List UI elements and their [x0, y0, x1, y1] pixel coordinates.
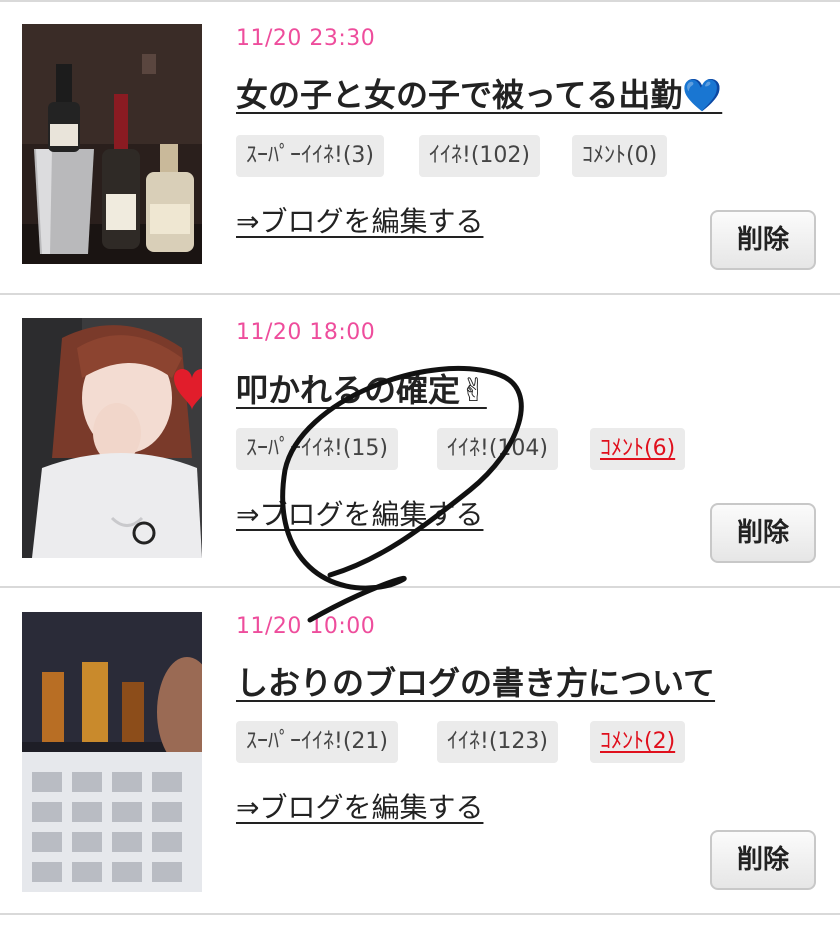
like-count: ｲｲﾈ!(123): [437, 721, 558, 763]
wine-bottles-photo-icon: [22, 24, 202, 264]
girl-portrait-photo-icon: [22, 318, 202, 558]
post-date: 11/20 18:00: [236, 320, 376, 345]
comment-count-link[interactable]: ｺﾒﾝﾄ(6): [590, 428, 686, 470]
delete-button[interactable]: 削除: [710, 830, 816, 890]
comment-count-link[interactable]: ｺﾒﾝﾄ(2): [590, 721, 686, 763]
edit-blog-link[interactable]: ⇒ブログを編集する: [236, 786, 483, 826]
edit-blog-link[interactable]: ⇒ブログを編集する: [236, 200, 483, 240]
like-count: ｲｲﾈ!(104): [437, 428, 558, 470]
blog-entry: 11/20 18:00 叩かれるの確定✌ ｽｰﾊﾟｰｲｲﾈ!(15) ｲｲﾈ!(…: [0, 293, 840, 585]
post-date: 11/20 10:00: [236, 614, 376, 639]
blog-thumbnail[interactable]: [22, 24, 202, 264]
blog-entry: 11/20 23:30 女の子と女の子で被ってる出勤💙 ｽｰﾊﾟｰｲｲﾈ!(3)…: [0, 0, 840, 292]
blog-thumbnail[interactable]: [22, 318, 202, 558]
post-title-link[interactable]: しおりのブログの書き方について: [236, 658, 715, 704]
divider: [0, 913, 840, 915]
delete-button[interactable]: 削除: [710, 503, 816, 563]
post-date: 11/20 23:30: [236, 26, 376, 51]
post-title-link[interactable]: 女の子と女の子で被ってる出勤💙: [236, 70, 722, 116]
blog-entry: 11/20 10:00 しおりのブログの書き方について ｽｰﾊﾟｰｲｲﾈ!(21…: [0, 586, 840, 892]
delete-button[interactable]: 削除: [710, 210, 816, 270]
super-like-count: ｽｰﾊﾟｰｲｲﾈ!(21): [236, 721, 398, 763]
post-title-link[interactable]: 叩かれるの確定✌: [236, 365, 487, 411]
edit-blog-link[interactable]: ⇒ブログを編集する: [236, 493, 483, 533]
super-like-count: ｽｰﾊﾟｰｲｲﾈ!(15): [236, 428, 398, 470]
phone-keyboard-photo-icon: [22, 612, 202, 892]
blog-thumbnail[interactable]: [22, 612, 202, 892]
super-like-count: ｽｰﾊﾟｰｲｲﾈ!(3): [236, 135, 384, 177]
like-count: ｲｲﾈ!(102): [419, 135, 540, 177]
comment-count: ｺﾒﾝﾄ(0): [572, 135, 668, 177]
